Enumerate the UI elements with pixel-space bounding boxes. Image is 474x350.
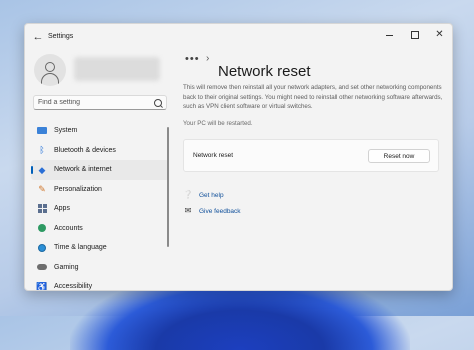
feedback-icon: ✉ xyxy=(184,206,192,215)
search-icon[interactable] xyxy=(154,99,162,107)
give-feedback-label: Give feedback xyxy=(199,207,241,215)
sidebar-item-label: System xyxy=(54,127,78,135)
give-feedback-link[interactable]: ✉ Give feedback xyxy=(183,205,241,217)
network-reset-label: Network reset xyxy=(193,152,234,159)
reset-description: This will remove then reinstall all your… xyxy=(183,84,443,110)
sidebar-item-label: Bluetooth & devices xyxy=(54,146,116,154)
back-arrow-icon[interactable]: ← xyxy=(31,30,45,44)
sidebar-item-bluetooth-devices[interactable]: ᛒ Bluetooth & devices xyxy=(31,141,169,161)
breadcrumb-separator: › xyxy=(206,53,210,64)
user-profile[interactable] xyxy=(34,54,174,90)
accessibility-icon: ♿ xyxy=(36,281,48,291)
apps-icon xyxy=(37,204,47,214)
help-chat-icon: ❔ xyxy=(183,190,193,199)
sidebar-item-personalization[interactable]: ✎ Personalization xyxy=(31,180,169,200)
sidebar-item-label: Accessibility xyxy=(54,283,93,291)
display-icon xyxy=(37,126,47,136)
restart-note: Your PC will be restarted. xyxy=(183,120,253,127)
search-box[interactable] xyxy=(33,95,167,110)
breadcrumb-more-button[interactable]: ••• xyxy=(185,53,200,65)
sidebar-item-accounts[interactable]: Accounts xyxy=(31,219,169,239)
sidebar-item-label: Apps xyxy=(54,205,70,213)
sidebar-item-apps[interactable]: Apps xyxy=(31,199,169,219)
sidebar-nav: System ᛒ Bluetooth & devices ◆ Network &… xyxy=(31,121,169,291)
sidebar-item-label: Accounts xyxy=(54,224,83,232)
sidebar-item-accessibility[interactable]: ♿ Accessibility xyxy=(31,277,169,291)
get-help-link[interactable]: ❔ Get help xyxy=(183,189,224,201)
globe-clock-icon xyxy=(37,243,47,253)
maximize-button[interactable] xyxy=(402,24,427,46)
network-reset-card: Network reset Reset now xyxy=(183,139,439,172)
close-icon: ✕ xyxy=(435,29,444,40)
person-icon xyxy=(37,223,47,233)
gamepad-icon xyxy=(37,262,47,272)
get-help-label: Get help xyxy=(199,191,224,199)
maximize-icon xyxy=(410,31,419,39)
avatar-body-icon xyxy=(41,73,59,86)
window-controls: ✕ xyxy=(377,24,452,46)
minimize-button[interactable] xyxy=(377,24,402,46)
sidebar-item-label: Personalization xyxy=(54,185,102,193)
close-button[interactable]: ✕ xyxy=(427,24,452,46)
page-title: Network reset xyxy=(218,63,311,81)
minimize-icon xyxy=(386,34,393,36)
sidebar-item-time-language[interactable]: Time & language xyxy=(31,238,169,258)
sidebar-item-label: Time & language xyxy=(54,244,107,252)
sidebar-item-system[interactable]: System xyxy=(31,121,169,141)
sidebar-scrollbar[interactable] xyxy=(167,127,169,247)
bluetooth-icon: ᛒ xyxy=(39,145,45,156)
sidebar-item-gaming[interactable]: Gaming xyxy=(31,258,169,278)
settings-window: ← Settings ✕ System ᛒ Bluetooth & device… xyxy=(24,23,453,291)
avatar-head-icon xyxy=(45,62,55,72)
brush-icon: ✎ xyxy=(38,184,46,195)
wifi-icon: ◆ xyxy=(38,164,46,175)
sidebar-item-label: Network & internet xyxy=(54,166,112,174)
reset-now-button[interactable]: Reset now xyxy=(368,149,430,163)
avatar xyxy=(34,54,66,86)
search-input[interactable] xyxy=(38,96,148,109)
app-title: Settings xyxy=(48,33,74,40)
title-bar: ← Settings ✕ xyxy=(25,24,452,50)
sidebar-item-label: Gaming xyxy=(54,263,79,271)
sidebar-item-network-internet[interactable]: ◆ Network & internet xyxy=(31,160,169,180)
redacted-user-name xyxy=(74,57,160,81)
